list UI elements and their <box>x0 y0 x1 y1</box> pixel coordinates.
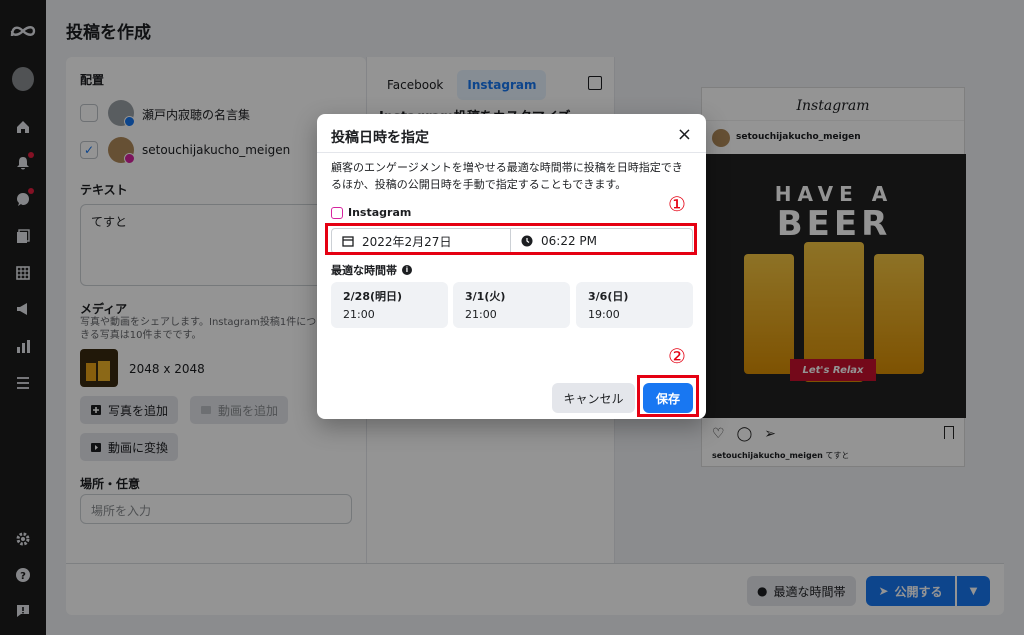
slot-day: 3/6(日) <box>588 290 629 303</box>
best-times-label: 最適な時間帯 <box>331 264 397 277</box>
slot-day: 2/28(明日) <box>343 290 403 303</box>
dialog-description: 顧客のエンゲージメントを増やせる最適な時間帯に投稿を日時指定できるほか、投稿の公… <box>331 161 683 191</box>
slot-time: 21:00 <box>465 308 497 321</box>
dialog-divider <box>317 152 706 153</box>
slot-day: 3/1(火) <box>465 290 506 303</box>
instagram-icon <box>331 206 343 219</box>
annotation-marker-2: ② <box>668 344 686 368</box>
platform-label: Instagram <box>331 206 411 219</box>
slot-time: 19:00 <box>588 308 620 321</box>
best-times-heading: 最適な時間帯 i <box>331 262 412 278</box>
annotation-box-datetime <box>325 223 697 255</box>
cancel-button[interactable]: キャンセル <box>552 383 635 413</box>
dialog-title: 投稿日時を指定 <box>331 130 429 146</box>
slot-time: 21:00 <box>343 308 375 321</box>
platform-name: Instagram <box>348 206 412 219</box>
close-icon[interactable]: × <box>677 124 692 145</box>
best-time-slot[interactable]: 3/6(日) 19:00 <box>576 282 693 328</box>
info-icon[interactable]: i <box>402 265 412 275</box>
annotation-marker-1: ① <box>668 192 686 216</box>
schedule-post-dialog: 投稿日時を指定 × 顧客のエンゲージメントを増やせる最適な時間帯に投稿を日時指定… <box>317 114 706 419</box>
annotation-box-save <box>637 375 699 417</box>
best-time-slot[interactable]: 2/28(明日) 21:00 <box>331 282 448 328</box>
best-time-slot[interactable]: 3/1(火) 21:00 <box>453 282 570 328</box>
